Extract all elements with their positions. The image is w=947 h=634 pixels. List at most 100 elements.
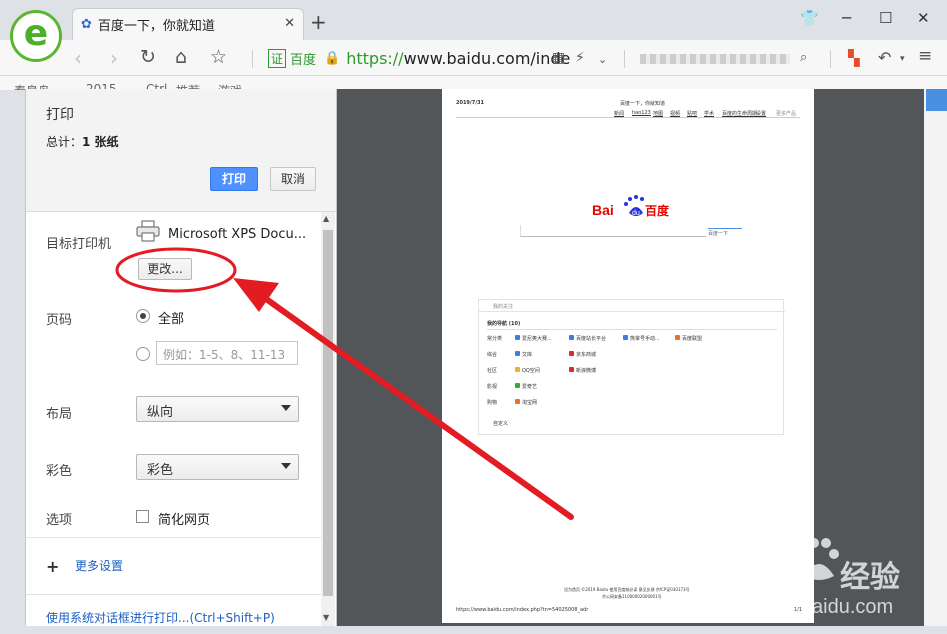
preview-date: 2019/7/31 (456, 100, 485, 106)
layout-label: 布局 (46, 407, 73, 422)
color-select[interactable]: 彩色 (136, 454, 299, 480)
baidu-logo-icon: Bai du 百度 (592, 195, 670, 218)
reload-icon[interactable]: ↻ (140, 46, 156, 68)
site-name: 百度 (290, 52, 317, 68)
options-label: 选项 (46, 513, 73, 528)
preview-top-link: 设置 (756, 111, 767, 117)
color-label: 彩色 (46, 464, 73, 479)
search-icon[interactable]: ⌕ (800, 50, 807, 65)
home-icon[interactable]: ⌂ (175, 46, 187, 68)
preview-footer: 设为首页 ©2019 Baidu 使用百度前必读 意见反馈 京ICP证03017… (564, 587, 690, 592)
layout-select[interactable]: 纵向 (136, 396, 299, 422)
lock-icon: 🔒 (324, 50, 341, 66)
preview-top-link: 百度的生命周期 (722, 111, 758, 117)
print-header: 打印 总计：1 张纸 打印 取消 (26, 89, 336, 212)
print-title: 打印 (46, 107, 74, 123)
browser-logo: e (10, 10, 62, 62)
url-field[interactable]: 证 百度 🔒 https:// www.baidu.com/inde (268, 46, 618, 70)
tab-title: 百度一下，你就知道 (97, 19, 215, 34)
minimize-icon[interactable]: ─ (842, 9, 851, 27)
svg-text:百度: 百度 (645, 203, 670, 218)
preview-footer: 京公网安备11000002000001号 (602, 594, 662, 599)
printer-icon (136, 220, 160, 242)
watermark-brand: Bai (728, 548, 788, 590)
preview-nav-item: 爱奇艺 (522, 384, 538, 390)
preview-top-link: 地图 (653, 111, 664, 117)
preview-nav-item: 淘宝网 (522, 400, 538, 406)
preview-top-link: 贴吧 (687, 111, 698, 117)
apps-grid-icon[interactable]: ▚ (848, 49, 860, 67)
preview-nav-cat: 常分类 (487, 336, 503, 342)
sidebar-toggle[interactable] (926, 89, 947, 111)
scroll-up-icon[interactable]: ▲ (323, 214, 329, 223)
print-button[interactable]: 打印 (210, 167, 258, 191)
pages-all-label: 全部 (158, 312, 185, 327)
site-icon (623, 335, 628, 340)
plus-icon[interactable]: + (46, 557, 59, 576)
svg-text:du: du (632, 210, 640, 217)
site-icon (569, 335, 574, 340)
divider (26, 537, 322, 538)
preview-nav-item: 文库 (522, 352, 533, 358)
undo-icon[interactable]: ↶ (878, 48, 891, 67)
layout-value: 纵向 (147, 405, 174, 420)
site-icon (515, 399, 520, 404)
preview-top-link: 视频 (670, 111, 681, 117)
simplify-label: 简化网页 (158, 513, 211, 528)
url-scheme: https:// (346, 48, 404, 68)
preview-search-box (520, 225, 706, 237)
dropdown-arrow-icon (281, 405, 291, 411)
site-icon (675, 335, 680, 340)
pages-label: 页码 (46, 313, 73, 328)
back-icon[interactable]: ‹ (74, 46, 82, 70)
pages-all-radio[interactable] (136, 309, 150, 323)
printer-name: Microsoft XPS Docu... (168, 227, 307, 242)
preview-nav-item: 百度联盟 (682, 336, 703, 342)
forward-icon[interactable]: › (110, 46, 118, 70)
lightning-icon[interactable]: ⚡ (575, 50, 585, 66)
cancel-button[interactable]: 取消 (270, 167, 316, 191)
pages-range-input[interactable]: 例如：1-5、8、11-13 (156, 341, 298, 365)
undo-dropdown-icon[interactable]: ▾ (900, 54, 905, 64)
total-value: 1 张纸 (82, 135, 119, 149)
preview-nav-item: 爱尼奥大赛... (522, 336, 552, 342)
favorite-star-icon[interactable]: ☆ (210, 46, 227, 68)
total-label: 总计： (46, 135, 83, 149)
menu-icon[interactable]: ≡ (918, 46, 932, 66)
simplify-checkbox[interactable] (136, 510, 149, 523)
preview-top-link: hao123 (632, 110, 651, 116)
search-box-blurred[interactable] (640, 54, 790, 64)
divider (624, 50, 625, 68)
svg-text:Bai: Bai (592, 202, 614, 218)
preview-top-link: 学术 (704, 111, 715, 117)
browser-tab[interactable]: ✿ 百度一下，你就知道 ✕ (72, 8, 304, 40)
preview-page-title: 百度一下，你就知道 (620, 101, 666, 107)
browser-logo-letter: e (23, 12, 49, 54)
close-window-icon[interactable]: ✕ (917, 9, 930, 27)
chevron-down-icon[interactable]: ⌄ (598, 53, 607, 66)
baidu-favicon-icon: ✿ (81, 17, 92, 32)
system-dialog-link[interactable]: 使用系统对话框进行打印...(Ctrl+Shift+P) (46, 609, 275, 626)
color-value: 彩色 (147, 463, 174, 478)
new-tab-icon[interactable]: + (310, 10, 327, 34)
site-icon (515, 351, 520, 356)
preview-divider (487, 329, 777, 330)
preview-top-link: 新闻 (614, 111, 625, 117)
scrollbar-thumb[interactable] (323, 230, 333, 596)
change-printer-button[interactable]: 更改... (138, 258, 192, 280)
preview-divider (456, 117, 800, 118)
pages-range-radio[interactable] (136, 347, 150, 361)
qr-code-icon[interactable]: ▦ (552, 50, 565, 66)
preview-more-products: 更多产品 (776, 111, 797, 117)
preview-nav-cat: 社区 (487, 368, 498, 374)
skin-icon[interactable]: 👕 (800, 9, 819, 27)
paw-icon (801, 538, 839, 580)
more-settings-link[interactable]: 更多设置 (75, 557, 123, 574)
cert-badge: 证 (268, 48, 287, 68)
baidu-jingyan-watermark: Bai 经验 jingyan.baidu.com (728, 528, 938, 628)
print-dialog: 打印 总计：1 张纸 打印 取消 目标打印机 Microsoft XPS Doc… (25, 89, 337, 626)
maximize-icon[interactable]: ☐ (879, 9, 892, 27)
close-tab-icon[interactable]: ✕ (284, 16, 295, 31)
preview-nav-cat: 综合 (487, 352, 498, 358)
scroll-down-icon[interactable]: ▼ (323, 613, 329, 622)
